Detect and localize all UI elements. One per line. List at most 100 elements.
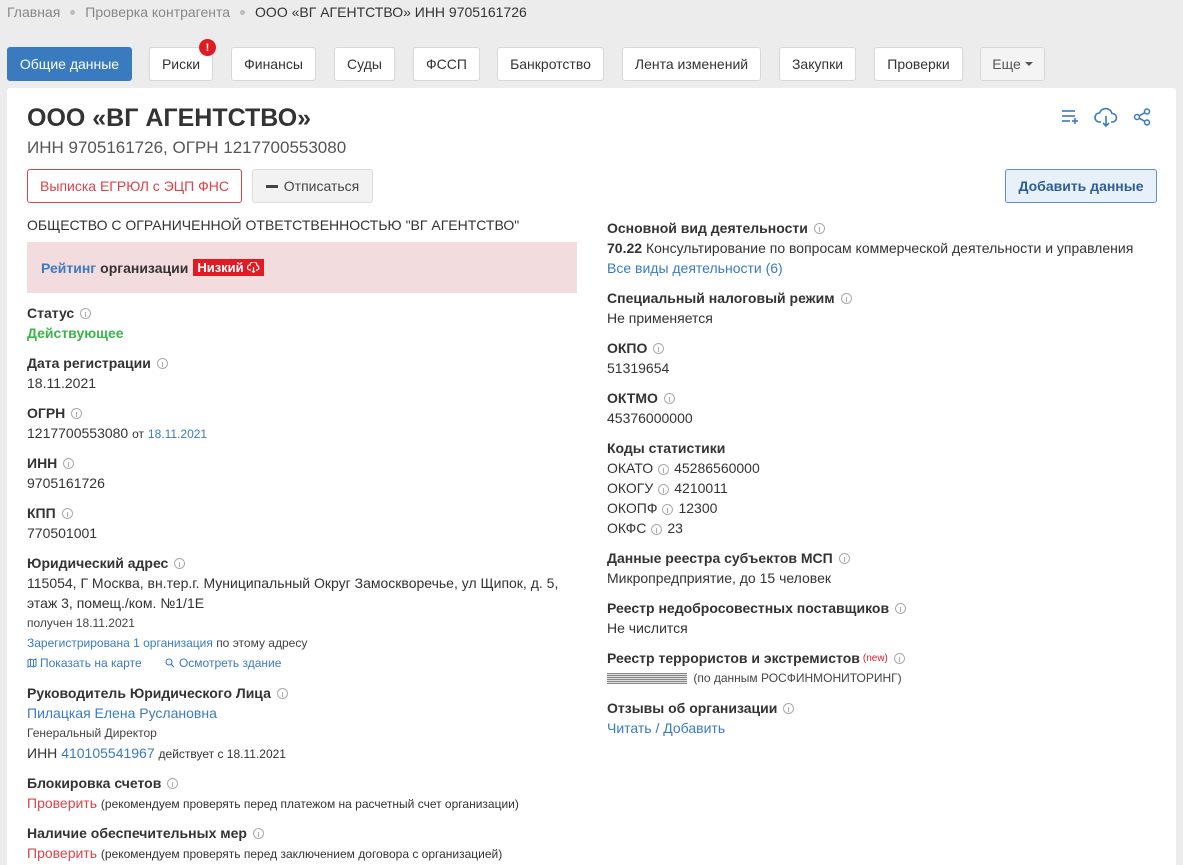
share-icon[interactable] <box>1131 106 1153 128</box>
info-icon[interactable] <box>658 483 670 495</box>
msp-value: Микропредприятие, до 15 человек <box>607 570 831 586</box>
oktmo-value: 45376000000 <box>607 410 693 426</box>
head-label: Руководитель Юридического Лица <box>27 685 271 701</box>
info-icon[interactable] <box>895 602 907 614</box>
terrorist-registry-note: (по данным РОСФИНМОНИТОРИНГ) <box>693 671 902 685</box>
kpp-field: КПП 770501001 <box>27 503 97 543</box>
okogu-label: ОКОГУ <box>607 480 654 496</box>
tab-risks[interactable]: Риски! <box>149 39 216 81</box>
tab-fssp[interactable]: ФССП <box>413 47 480 81</box>
show-on-map-link[interactable]: Показать на карте <box>27 656 142 670</box>
search-icon <box>165 658 175 668</box>
activity-text: Консультирование по вопросам коммерческо… <box>645 240 1134 256</box>
info-icon[interactable] <box>71 407 83 419</box>
info-icon[interactable] <box>663 392 675 404</box>
tab-bankruptcy[interactable]: Банкротство <box>497 47 604 81</box>
list-add-icon[interactable] <box>1059 106 1081 128</box>
oktmo-field: ОКТМО 45376000000 <box>607 388 693 428</box>
ogrn-label: ОГРН <box>27 405 66 421</box>
okpo-label: ОКПО <box>607 340 648 356</box>
okato-value: 45286560000 <box>674 460 760 476</box>
head-inn-link[interactable]: 410105541967 <box>61 745 154 761</box>
cloud-download-icon <box>246 262 259 273</box>
registration-date-label: Дата регистрации <box>27 355 151 371</box>
head-position: Генеральный Директор <box>27 726 157 740</box>
tab-more[interactable]: Еще <box>980 47 1045 81</box>
head-inn-prefix: ИНН <box>27 745 58 761</box>
add-data-button[interactable]: Добавить данные <box>1005 169 1157 203</box>
account-blocking-check-link[interactable]: Проверить <box>27 795 97 811</box>
account-blocking-field: Блокировка счетов Проверить (рекомендуем… <box>27 773 519 813</box>
ogrn-value: 1217700553080 <box>27 425 129 441</box>
info-icon[interactable] <box>893 652 905 664</box>
ogrn-field: ОГРН 1217700553080 от 18.11.2021 <box>27 403 207 443</box>
rating-text: организации <box>100 259 189 276</box>
info-icon[interactable] <box>167 777 179 789</box>
info-icon[interactable] <box>658 463 670 475</box>
account-blocking-label: Блокировка счетов <box>27 775 162 791</box>
info-icon[interactable] <box>276 687 288 699</box>
stat-codes-field: Коды статистики ОКАТО 45286560000 ОКОГУ 42… <box>607 438 760 538</box>
info-icon[interactable] <box>840 292 852 304</box>
info-icon[interactable] <box>63 457 75 469</box>
tab-general[interactable]: Общие данные <box>7 47 132 81</box>
info-icon[interactable] <box>838 552 850 564</box>
breadcrumb-home[interactable]: Главная <box>7 4 60 20</box>
alert-badge: ! <box>199 39 216 56</box>
tax-regime-value: Не применяется <box>607 310 713 326</box>
tab-courts[interactable]: Суды <box>334 47 395 81</box>
oktmo-label: ОКТМО <box>607 390 658 406</box>
info-icon[interactable] <box>651 523 663 535</box>
rating-link[interactable]: Рейтинг <box>41 260 96 276</box>
tab-inspections[interactable]: Проверки <box>874 47 963 81</box>
status-label: Статус <box>27 305 75 321</box>
breadcrumb-separator <box>240 9 246 15</box>
company-title: ООО «ВГ АГЕНТСТВО» <box>27 104 312 132</box>
head-field: Руководитель Юридического Лица Пилацкая … <box>27 683 288 763</box>
security-measures-label: Наличие обеспечительных мер <box>27 825 247 841</box>
info-icon[interactable] <box>61 507 73 519</box>
security-measures-note: (рекомендуем проверять перед заключением… <box>100 847 503 861</box>
breadcrumb-check[interactable]: Проверка контрагента <box>85 4 230 20</box>
okpo-field: ОКПО 51319654 <box>607 338 669 378</box>
legal-address-field: Юридический адрес 115054, Г Москва, вн.т… <box>27 553 558 673</box>
ogrn-date-link[interactable]: 18.11.2021 <box>148 427 207 441</box>
info-icon[interactable] <box>174 557 186 569</box>
activity-code: 70.22 <box>607 240 643 256</box>
inn-value: 9705161726 <box>27 475 105 491</box>
legal-address-line1: 115054, Г Москва, вн.тер.г. Муниципальны… <box>27 575 559 591</box>
address-received: получен 18.11.2021 <box>27 616 135 630</box>
msp-field: Данные реестра субъектов МСП Микропредпр… <box>607 548 850 588</box>
info-icon[interactable] <box>252 827 264 839</box>
info-icon[interactable] <box>80 307 92 319</box>
view-building-link[interactable]: Осмотреть здание <box>165 656 281 670</box>
tab-changes-feed[interactable]: Лента изменений <box>622 47 761 81</box>
info-icon[interactable] <box>662 503 674 515</box>
terrorist-registry-field: Реестр террористов и экстремистов (new) (… <box>607 648 905 688</box>
egrul-extract-button[interactable]: Выписка ЕГРЮЛ с ЭЦП ФНС <box>27 169 242 203</box>
registered-orgs-link[interactable]: Зарегистрирована 1 организация <box>27 636 213 650</box>
kpp-label: КПП <box>27 505 56 521</box>
tab-finance[interactable]: Финансы <box>231 47 316 81</box>
unsubscribe-button[interactable]: Отписаться <box>252 169 373 203</box>
info-icon[interactable] <box>813 222 825 234</box>
info-icon[interactable] <box>156 357 168 369</box>
reviews-link[interactable]: Читать / Добавить <box>607 718 794 738</box>
info-icon[interactable] <box>783 702 795 714</box>
inn-field: ИНН 9705161726 <box>27 453 105 493</box>
head-name-link[interactable]: Пилацкая Елена Руслановна <box>27 703 288 723</box>
security-measures-check-link[interactable]: Проверить <box>27 845 97 861</box>
status-field: Статус Действующее <box>27 303 124 343</box>
info-icon[interactable] <box>653 342 665 354</box>
breadcrumb: Главная Проверка контрагента ООО «ВГ АГЕНТ… <box>7 4 527 20</box>
reviews-label: Отзывы об организации <box>607 700 778 716</box>
registered-orgs-text: по этому адресу <box>216 636 308 650</box>
company-ids: ИНН 9705161726, ОГРН 1217700553080 <box>27 138 347 157</box>
redacted-status[interactable] <box>607 673 687 685</box>
chevron-down-icon <box>1024 62 1033 66</box>
tab-purchases[interactable]: Закупки <box>779 47 856 81</box>
all-activities-link[interactable]: Все виды деятельности (6) <box>607 258 1133 278</box>
okfs-label: ОКФС <box>607 520 647 536</box>
cloud-download-icon[interactable] <box>1093 106 1119 128</box>
rating-level-badge[interactable]: Низкий <box>193 259 264 276</box>
